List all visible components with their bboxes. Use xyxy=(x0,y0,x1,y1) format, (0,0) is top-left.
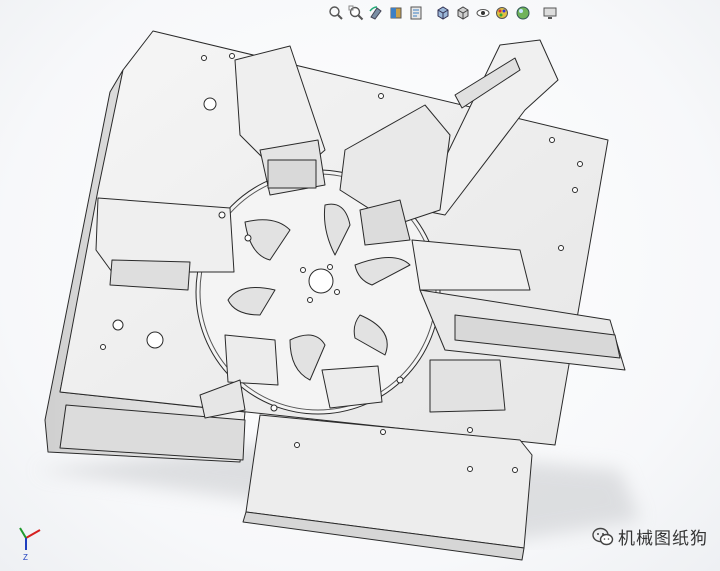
clamp-holder-bottom xyxy=(321,365,383,409)
watermark: 机械图纸狗 xyxy=(592,524,708,549)
wechat-icon xyxy=(592,527,614,545)
triad-label: Z xyxy=(23,553,28,562)
disk-center-hub xyxy=(308,268,334,294)
y-axis xyxy=(19,527,27,539)
watermark-text: 机械图纸狗 xyxy=(618,529,708,548)
graphics-area[interactable]: Z 机械图纸狗 xyxy=(0,0,720,571)
x-axis xyxy=(25,529,41,539)
clamp-holder-bottom-left xyxy=(224,334,279,386)
reference-triad: Z xyxy=(19,527,41,562)
assembly-model[interactable] xyxy=(0,0,720,571)
